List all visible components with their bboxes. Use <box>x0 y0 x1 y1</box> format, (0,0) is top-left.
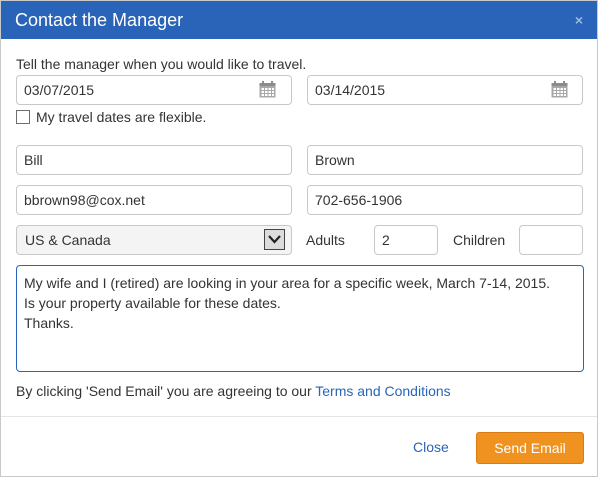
contact-manager-dialog: Contact the Manager × Tell the manager w… <box>0 0 598 477</box>
departure-date-input[interactable] <box>307 75 583 105</box>
dialog-header: Contact the Manager × <box>1 1 597 39</box>
children-label: Children <box>453 232 506 248</box>
message-textarea[interactable]: My wife and I (retired) are looking in y… <box>16 265 584 372</box>
adults-label: Adults <box>306 232 345 248</box>
children-input[interactable] <box>519 225 583 255</box>
close-button[interactable]: Close <box>413 439 449 455</box>
adults-input[interactable] <box>374 225 438 255</box>
calendar-icon[interactable] <box>259 81 276 98</box>
travel-instructions: Tell the manager when you would like to … <box>16 56 307 72</box>
footer-divider <box>1 416 597 417</box>
last-name-input[interactable] <box>307 145 583 175</box>
terms-link[interactable]: Terms and Conditions <box>315 383 450 399</box>
close-icon[interactable]: × <box>575 12 583 28</box>
send-email-button[interactable]: Send Email <box>476 432 584 464</box>
flexible-dates-label: My travel dates are flexible. <box>36 109 207 125</box>
phone-input[interactable] <box>307 185 583 215</box>
arrival-date-input[interactable] <box>16 75 292 105</box>
first-name-input[interactable] <box>16 145 292 175</box>
calendar-icon[interactable] <box>551 81 568 98</box>
flexible-dates-checkbox[interactable] <box>16 110 30 124</box>
terms-notice: By clicking 'Send Email' you are agreein… <box>16 383 451 399</box>
terms-prefix: By clicking 'Send Email' you are agreein… <box>16 383 316 399</box>
country-select-value: US & Canada <box>25 232 111 248</box>
chevron-down-icon[interactable] <box>264 229 285 250</box>
country-select[interactable]: US & Canada <box>16 225 292 255</box>
dialog-title: Contact the Manager <box>15 10 184 30</box>
email-input[interactable] <box>16 185 292 215</box>
